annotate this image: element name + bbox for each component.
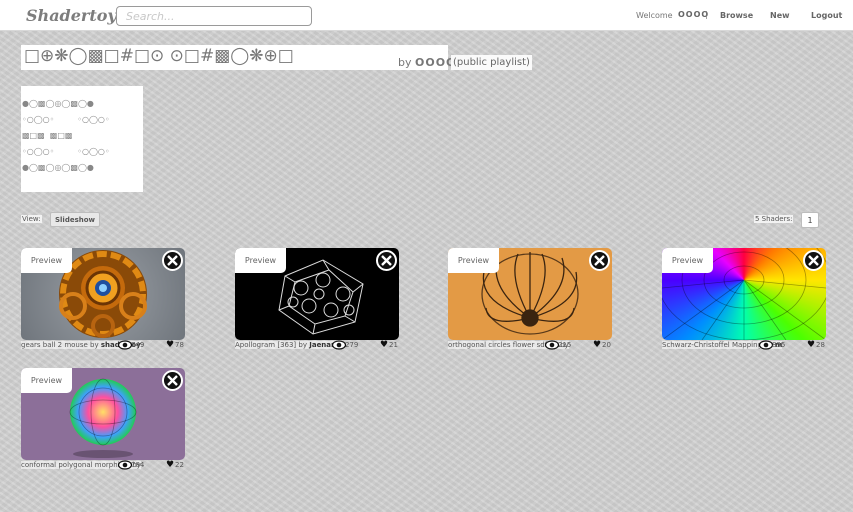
browse-link[interactable]: Browse xyxy=(720,11,753,20)
view-count: 279 xyxy=(345,341,359,349)
heart-icon: ♥ xyxy=(166,460,175,470)
shader-meta: conformal polygonal morphism by 784 ♥ 22 xyxy=(21,460,185,471)
remove-shader-button[interactable] xyxy=(162,250,183,271)
nav-separator: | xyxy=(705,10,708,19)
shader-meta: gears ball 2 mouse by shadertoy 749 ♥ 78 xyxy=(21,340,185,351)
preview-tab[interactable]: Preview xyxy=(662,248,713,273)
shader-meta: orthogonal circles flower sdf 2x by 215 … xyxy=(448,340,612,351)
logout-link[interactable]: Logout xyxy=(811,11,842,20)
preview-tab[interactable]: Preview xyxy=(21,368,72,393)
shader-meta: Schwarz-Christoffel Mapping by m 895 ♥ 2… xyxy=(662,340,826,351)
eye-icon xyxy=(332,340,346,350)
playlist-title-bar: □⊕❋◯▩□#□⊙ ⊙□#▩◯❋⊕□ xyxy=(21,45,448,70)
like-count: 78 xyxy=(175,341,184,349)
remove-shader-button[interactable] xyxy=(162,370,183,391)
eye-icon xyxy=(545,340,559,350)
eye-icon xyxy=(118,340,132,350)
top-navbar: Shadertoy Welcome OOOO | Browse New Logo… xyxy=(0,0,853,31)
shader-card: Preview Apollogram [363] by Jaenam 279 ♥… xyxy=(235,248,399,352)
close-icon xyxy=(808,255,819,266)
shader-name[interactable]: gears ball 2 mouse xyxy=(21,341,88,349)
by-label: by xyxy=(298,341,307,349)
shader-meta: Apollogram [363] by Jaenam 279 ♥ 21 xyxy=(235,340,399,351)
eye-icon xyxy=(759,340,773,350)
view-label: View: xyxy=(21,215,42,223)
shader-count: 5 Shaders: xyxy=(754,215,794,223)
preview-tab[interactable]: Preview xyxy=(235,248,286,273)
page-button[interactable]: 1 xyxy=(801,212,819,228)
view-count: 784 xyxy=(131,461,145,469)
playlist-description: ●◯▩◯◎◯▩◯● ◦○◯○◦ ◦○◯○◦ ▩□▩ ▩□▩ ◦○◯○◦ ◦○◯○… xyxy=(21,86,143,192)
search-input[interactable] xyxy=(116,6,312,26)
like-count: 20 xyxy=(602,341,611,349)
shader-name[interactable]: orthogonal circles flower sdf 2x xyxy=(448,341,558,349)
view-count: 215 xyxy=(558,341,572,349)
shader-name[interactable]: conformal polygonal morphism xyxy=(21,461,130,469)
view-count: 895 xyxy=(772,341,786,349)
view-count: 749 xyxy=(131,341,145,349)
heart-icon: ♥ xyxy=(593,340,602,350)
welcome-text: Welcome xyxy=(636,11,673,20)
close-icon xyxy=(167,375,178,386)
heart-icon: ♥ xyxy=(380,340,389,350)
heart-icon: ♥ xyxy=(166,340,175,350)
visibility-badge: (public playlist) xyxy=(451,55,532,70)
like-count: 22 xyxy=(175,461,184,469)
shader-card: Preview Schwarz-Christoffel Mapping by m… xyxy=(662,248,826,352)
shader-thumbnail[interactable]: Preview xyxy=(662,248,826,340)
shader-thumbnail[interactable]: Preview xyxy=(21,368,185,460)
shader-card: Preview gears ball 2 mouse by shadertoy … xyxy=(21,248,185,352)
new-link[interactable]: New xyxy=(770,11,790,20)
preview-tab[interactable]: Preview xyxy=(21,248,72,273)
slideshow-button[interactable]: Slideshow xyxy=(50,212,100,227)
heart-icon: ♥ xyxy=(807,340,816,350)
remove-shader-button[interactable] xyxy=(376,250,397,271)
shader-name[interactable]: Apollogram [363] xyxy=(235,341,296,349)
playlist-title: □⊕❋◯▩□#□⊙ ⊙□#▩◯❋⊕□ xyxy=(24,46,294,66)
like-count: 21 xyxy=(389,341,398,349)
by-label: by xyxy=(398,56,412,69)
close-icon xyxy=(167,255,178,266)
shader-name[interactable]: Schwarz-Christoffel Mapping xyxy=(662,341,762,349)
remove-shader-button[interactable] xyxy=(803,250,824,271)
eye-icon xyxy=(118,460,132,470)
close-icon xyxy=(381,255,392,266)
shader-thumbnail[interactable]: Preview xyxy=(21,248,185,340)
remove-shader-button[interactable] xyxy=(589,250,610,271)
by-label: by xyxy=(90,341,99,349)
shader-card: Preview orthogonal circles flower sdf 2x… xyxy=(448,248,612,352)
site-logo[interactable]: Shadertoy xyxy=(26,6,117,25)
playlist-author: by OOOO xyxy=(398,56,456,69)
shader-card: Preview conformal polygonal morphism by … xyxy=(21,368,185,472)
like-count: 28 xyxy=(816,341,825,349)
close-icon xyxy=(594,255,605,266)
shader-info: Apollogram [363] by Jaenam xyxy=(235,341,339,349)
preview-tab[interactable]: Preview xyxy=(448,248,499,273)
shader-thumbnail[interactable]: Preview xyxy=(448,248,612,340)
shader-thumbnail[interactable]: Preview xyxy=(235,248,399,340)
